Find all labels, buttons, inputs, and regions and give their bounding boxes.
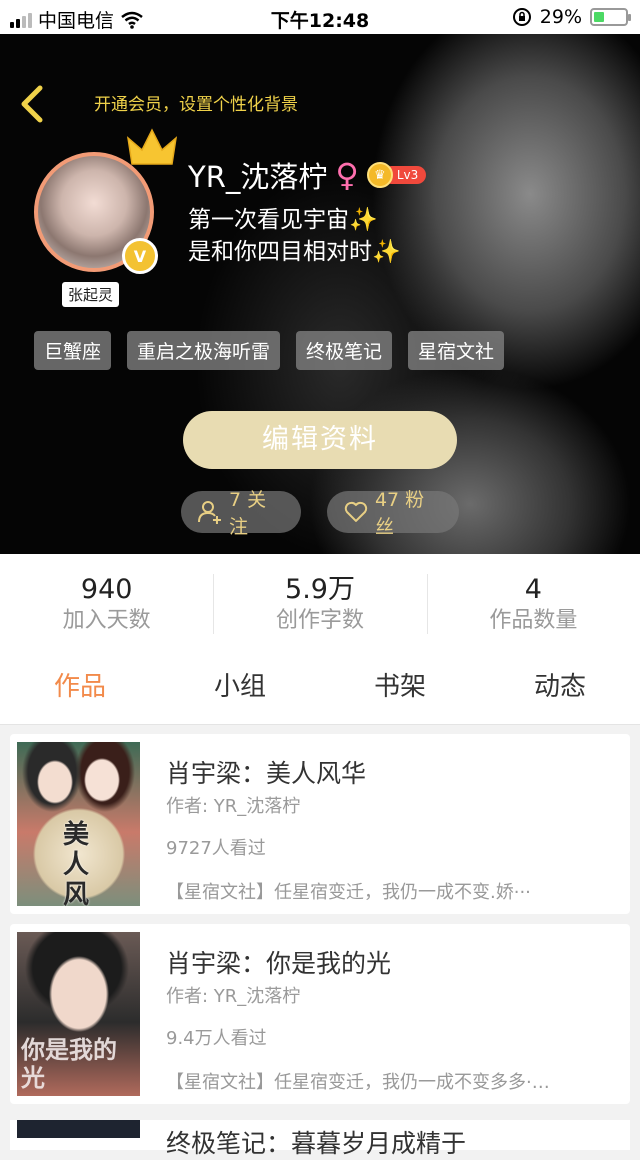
- tab-bookshelf[interactable]: 书架: [320, 654, 480, 724]
- work-views: 9727人看过: [166, 838, 266, 859]
- cover-title: 你是我的光: [21, 1035, 117, 1092]
- stat-value: 940: [80, 574, 133, 605]
- bio-line: 第一次看见宇宙✨: [188, 207, 378, 233]
- profile-tabs: 作品 小组 书架 动态: [0, 654, 640, 725]
- status-bar: 中国电信 下午12:48 29%: [0, 0, 640, 34]
- tag-item[interactable]: 星宿文社: [408, 331, 505, 370]
- work-title: 终极笔记：暮暮岁月成精于: [166, 1129, 467, 1158]
- tag-item[interactable]: 终极笔记: [296, 331, 393, 370]
- bio: 第一次看见宇宙✨ 是和你四目相对时✨: [188, 204, 401, 268]
- back-arrow-icon[interactable]: [16, 84, 50, 124]
- crown-icon: [126, 128, 178, 165]
- work-views: 9.4万人看过: [166, 1028, 267, 1049]
- following-button[interactable]: 7 关注: [181, 489, 301, 538]
- battery-icon: [590, 8, 631, 26]
- book-cover[interactable]: 美人风华: [17, 742, 140, 906]
- avatar-container[interactable]: V: [34, 128, 178, 274]
- tag-item[interactable]: 巨蟹座: [34, 331, 112, 370]
- username-row: YR_沈落柠 ♀ ♛ Lv3: [188, 154, 427, 196]
- book-cover[interactable]: [17, 1120, 140, 1138]
- work-card[interactable]: 你是我的光 肖宇梁：你是我的光 作者: YR_沈落柠 9.4万人看过 【星宿文社…: [10, 924, 630, 1104]
- tab-groups[interactable]: 小组: [160, 654, 320, 724]
- tag-list: 巨蟹座 重启之极海听雷 终极笔记 星宿文社: [34, 331, 505, 370]
- stat-label: 加入天数: [62, 608, 151, 633]
- work-title: 肖宇梁：你是我的光: [166, 949, 392, 978]
- bio-line: 是和你四目相对时✨: [188, 239, 401, 265]
- verified-badge: V: [122, 238, 158, 274]
- work-description: 【星宿文社】任星宿变迁，我仍一成不变.娇···: [166, 882, 531, 903]
- battery-percent: 29%: [539, 6, 582, 28]
- stat-word-count: 5.9万 创作字数: [213, 554, 426, 654]
- followers-count: 47 粉丝: [374, 489, 425, 538]
- level-badge: ♛ Lv3: [366, 162, 427, 188]
- work-author: 作者: YR_沈落柠: [166, 796, 301, 817]
- cover-title: 美人风华: [63, 820, 90, 906]
- work-title: 肖宇梁：美人风华: [166, 759, 367, 788]
- user-add-icon: [197, 501, 221, 524]
- stat-value: 4: [524, 574, 542, 605]
- tab-works[interactable]: 作品: [0, 654, 160, 724]
- stat-label: 创作字数: [275, 608, 364, 633]
- followers-button[interactable]: 47 粉丝: [327, 489, 459, 538]
- edit-profile-button[interactable]: 编辑资料: [183, 411, 457, 469]
- profile-header: 开通会员，设置个性化背景 V 张起灵 YR_沈落柠 ♀ ♛ Lv3 第一次看见宇…: [0, 34, 640, 554]
- tag-item[interactable]: 重启之极海听雷: [127, 331, 281, 370]
- rotation-lock-icon: [512, 8, 531, 26]
- tab-activity[interactable]: 动态: [480, 654, 640, 724]
- stat-join-days: 940 加入天数: [0, 554, 213, 654]
- vip-background-link[interactable]: 开通会员，设置个性化背景: [94, 90, 298, 115]
- book-cover[interactable]: 你是我的光: [17, 932, 140, 1096]
- work-author: 作者: YR_沈落柠: [166, 986, 301, 1007]
- crown-coin-icon: ♛: [366, 162, 393, 188]
- heart-icon: [344, 501, 368, 522]
- username: YR_沈落柠: [188, 160, 328, 194]
- female-gender-icon: ♀: [335, 156, 359, 194]
- following-count: 7 关注: [228, 489, 267, 538]
- avatar-name-label: 张起灵: [62, 282, 120, 307]
- stat-works-count: 4 作品数量: [426, 554, 640, 654]
- work-card[interactable]: 终极笔记：暮暮岁月成精于: [10, 1120, 630, 1158]
- work-description: 【星宿文社】任星宿变迁，我仍一成不变多多·…: [166, 1072, 550, 1093]
- stats-bar: 940 加入天数 5.9万 创作字数 4 作品数量: [0, 554, 640, 654]
- stat-label: 作品数量: [489, 608, 578, 633]
- stat-value: 5.9万: [285, 574, 355, 605]
- work-card[interactable]: 美人风华 肖宇梁：美人风华 作者: YR_沈落柠 9727人看过 【星宿文社】任…: [10, 734, 630, 914]
